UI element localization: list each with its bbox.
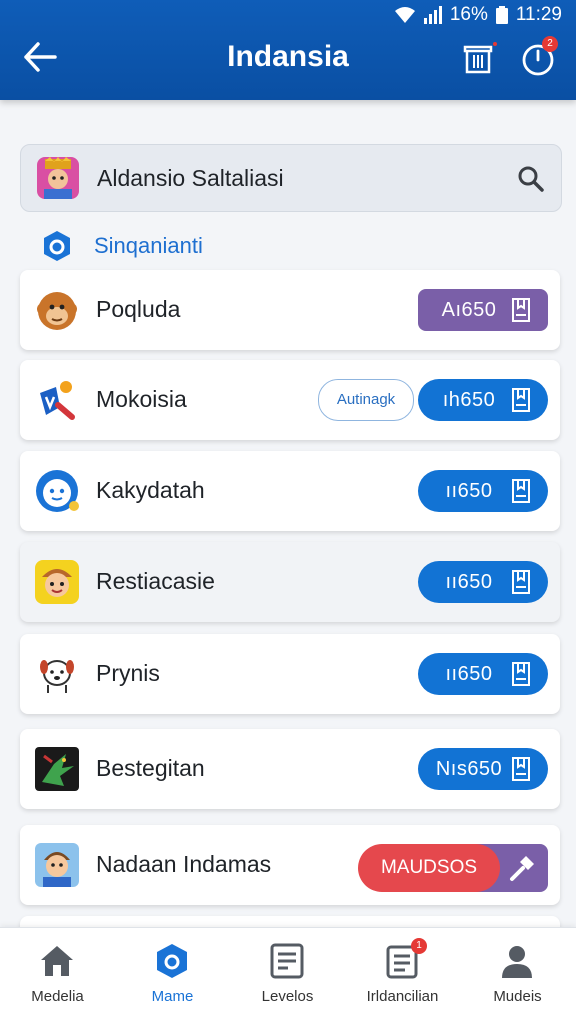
list-item[interactable]: Bestegitan Nıs650: [20, 729, 560, 809]
section-label: Sinqanianti: [94, 233, 203, 258]
nav-tab-home[interactable]: Medelia: [0, 928, 115, 1024]
action-button[interactable]: Nıs650: [418, 748, 548, 790]
bookmark-note-icon: [512, 479, 530, 503]
boy-avatar-icon: [35, 843, 79, 887]
explorer-avatar-icon: [35, 560, 79, 604]
section-header: Sinqanianti: [40, 226, 203, 266]
action-label: ıı650: [445, 479, 493, 502]
nav-label: Irldancilian: [366, 988, 439, 1005]
list-item[interactable]: Restiacasie ıı650: [20, 542, 560, 622]
action-label: Nıs650: [435, 757, 503, 780]
bookmark-note-icon: [512, 570, 530, 594]
search-bar[interactable]: Aldansio Saltaliasi: [20, 144, 562, 212]
action-button[interactable]: Aı650: [418, 289, 548, 331]
trash-icon[interactable]: [458, 38, 498, 78]
monkey-avatar-icon: [37, 292, 77, 330]
nav-label: Medelia: [31, 988, 84, 1005]
cartoon-dog-icon: [40, 660, 74, 693]
list-document-icon: [270, 943, 304, 979]
sword-badge-icon: [40, 381, 75, 420]
item-name: Bestegitan: [96, 755, 205, 781]
bookmark-note-icon: [512, 662, 530, 686]
wifi-icon: [394, 7, 415, 23]
app-header: 16% 11:29 Indansia 2: [0, 0, 576, 100]
item-name: Restiacasie: [96, 568, 215, 594]
person-icon: [502, 946, 532, 978]
action-button[interactable]: ıı650: [418, 470, 548, 512]
action-label: ıı650: [445, 662, 493, 685]
item-name: Nadaan Indamas: [96, 851, 272, 877]
list-item[interactable]: Prynis ıı650: [20, 634, 560, 714]
action-button[interactable]: ıı650: [418, 561, 548, 603]
list-item[interactable]: Mokoisia Autinagk ıh650: [20, 360, 560, 440]
action-button[interactable]: ıh650: [418, 379, 548, 421]
battery-percent: 16%: [449, 4, 488, 25]
secondary-button[interactable]: Autinagk: [318, 379, 414, 421]
notification-badge: 2: [542, 36, 558, 52]
bottom-navigation: Medelia Mame Levelos 1 Irldancilian Mude…: [0, 927, 576, 1024]
hammer-icon: [510, 856, 534, 881]
nav-label: Mudeis: [493, 988, 542, 1005]
action-label: ıı650: [445, 570, 493, 593]
nav-tab-profile[interactable]: Mudeis: [460, 928, 575, 1024]
item-name: Mokoisia: [96, 386, 187, 412]
clock: 11:29: [515, 4, 562, 25]
list-item[interactable]: Nadaan Indamas MAUDSOS: [20, 825, 560, 905]
bookmark-note-icon: [512, 298, 530, 322]
hex-badge-icon: [44, 231, 70, 261]
nav-tab-levels[interactable]: Levelos: [230, 928, 345, 1024]
profile-avatar-icon: [37, 157, 79, 199]
bookmark-note-icon: [512, 388, 530, 412]
nav-label: Mame: [151, 988, 194, 1005]
item-name: Poqluda: [96, 296, 181, 322]
hex-badge-icon: [157, 944, 187, 978]
list-item[interactable]: Kakydatah ıı650: [20, 451, 560, 531]
signal-icon: [423, 6, 442, 24]
search-icon[interactable]: [517, 165, 545, 193]
action-button[interactable]: MAUDSOS: [358, 844, 500, 892]
home-icon: [41, 946, 73, 976]
action-button-group: MAUDSOS: [358, 844, 548, 892]
status-bar: 16% 11:29: [394, 2, 562, 28]
nav-tab-main[interactable]: Mame: [115, 928, 230, 1024]
bookmark-note-icon: [512, 757, 530, 781]
action-label: Aı650: [441, 298, 497, 321]
action-button[interactable]: ıı650: [418, 653, 548, 695]
item-name: Kakydatah: [96, 477, 205, 503]
action-label: ıh650: [442, 388, 496, 411]
dragon-icon: [35, 747, 79, 791]
nav-badge: 1: [411, 938, 427, 954]
nav-label: Levelos: [261, 988, 314, 1005]
list-item[interactable]: Poqluda Aı650: [20, 270, 560, 350]
nav-tab-notes[interactable]: 1 Irldancilian: [345, 928, 460, 1024]
battery-icon: [495, 6, 508, 24]
item-name: Prynis: [96, 660, 160, 686]
search-text: Aldansio Saltaliasi: [97, 165, 284, 191]
blue-face-icon: [36, 470, 79, 512]
